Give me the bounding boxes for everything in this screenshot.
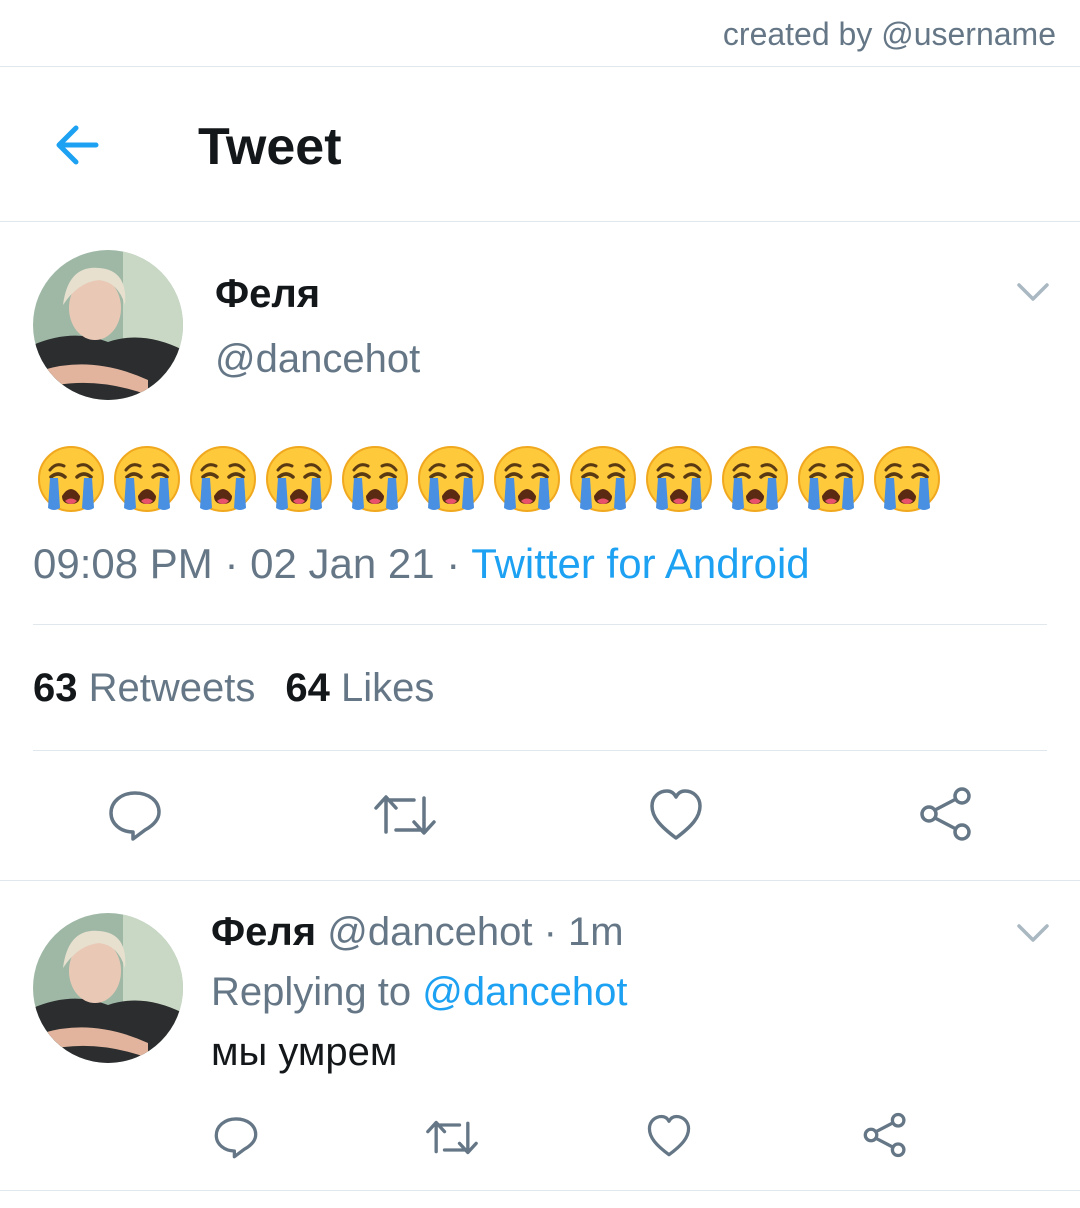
reply-author-handle[interactable]: @dancehot [327,910,532,954]
avatar[interactable] [33,913,183,1063]
retweets-label: Retweets [88,666,256,710]
loudly-crying-face-icon [36,444,106,514]
tweet-text [36,444,942,514]
loudly-crying-face-icon [188,444,258,514]
tweet-meta: 09:08 PM · 02 Jan 21 · Twitter for Andro… [33,540,810,588]
tweet-stats: 63 Retweets 64 Likes [33,666,434,711]
divider [33,750,1047,751]
tweet-time: 09:08 PM [33,540,213,587]
credit-bar: created by @username [0,0,1080,67]
avatar[interactable] [33,250,183,400]
arrow-left-icon[interactable] [48,115,108,175]
likes-stat[interactable]: 64 Likes [285,666,434,710]
heart-icon[interactable] [646,1114,692,1158]
page-title: Tweet [198,118,342,176]
divider [0,1190,1080,1191]
reply-author-name[interactable]: Феля [211,910,316,954]
reply-header: Феля @dancehot · 1m [211,910,624,955]
divider [0,880,1080,881]
chevron-down-icon[interactable] [1015,280,1051,304]
loudly-crying-face-icon [112,444,182,514]
tweet-source-link[interactable]: Twitter for Android [471,540,809,587]
loudly-crying-face-icon [644,444,714,514]
loudly-crying-face-icon [872,444,942,514]
reply-text: мы умрем [211,1030,398,1074]
comment-icon[interactable] [213,1114,259,1160]
loudly-crying-face-icon [568,444,638,514]
retweets-stat[interactable]: 63 Retweets [33,666,255,710]
author-handle[interactable]: @dancehot [215,337,420,382]
share-icon[interactable] [862,1112,908,1158]
page-header: Tweet [0,67,1080,222]
replying-mention-link[interactable]: @dancehot [422,970,627,1014]
chevron-down-icon[interactable] [1015,921,1051,945]
heart-icon[interactable] [648,788,704,842]
likes-label: Likes [341,666,435,710]
retweet-icon[interactable] [426,1115,478,1160]
loudly-crying-face-icon [492,444,562,514]
meta-separator: · [446,540,472,587]
divider [33,624,1047,625]
author-name[interactable]: Феля [215,272,320,317]
loudly-crying-face-icon [264,444,334,514]
meta-separator: · [532,910,569,954]
loudly-crying-face-icon [340,444,410,514]
loudly-crying-face-icon [720,444,790,514]
meta-separator: · [224,540,251,587]
retweet-icon[interactable] [374,788,436,842]
loudly-crying-face-icon [416,444,486,514]
replying-label: Replying to [211,970,412,1014]
loudly-crying-face-icon [796,444,866,514]
tweet-date: 02 Jan 21 [250,540,435,587]
comment-icon[interactable] [107,787,163,843]
share-icon[interactable] [918,786,974,842]
reply-age: 1m [568,910,624,954]
credit-text: created by @username [722,16,1056,52]
replying-to: Replying to @dancehot [211,970,627,1015]
retweets-count: 63 [33,666,78,710]
likes-count: 64 [285,666,330,710]
